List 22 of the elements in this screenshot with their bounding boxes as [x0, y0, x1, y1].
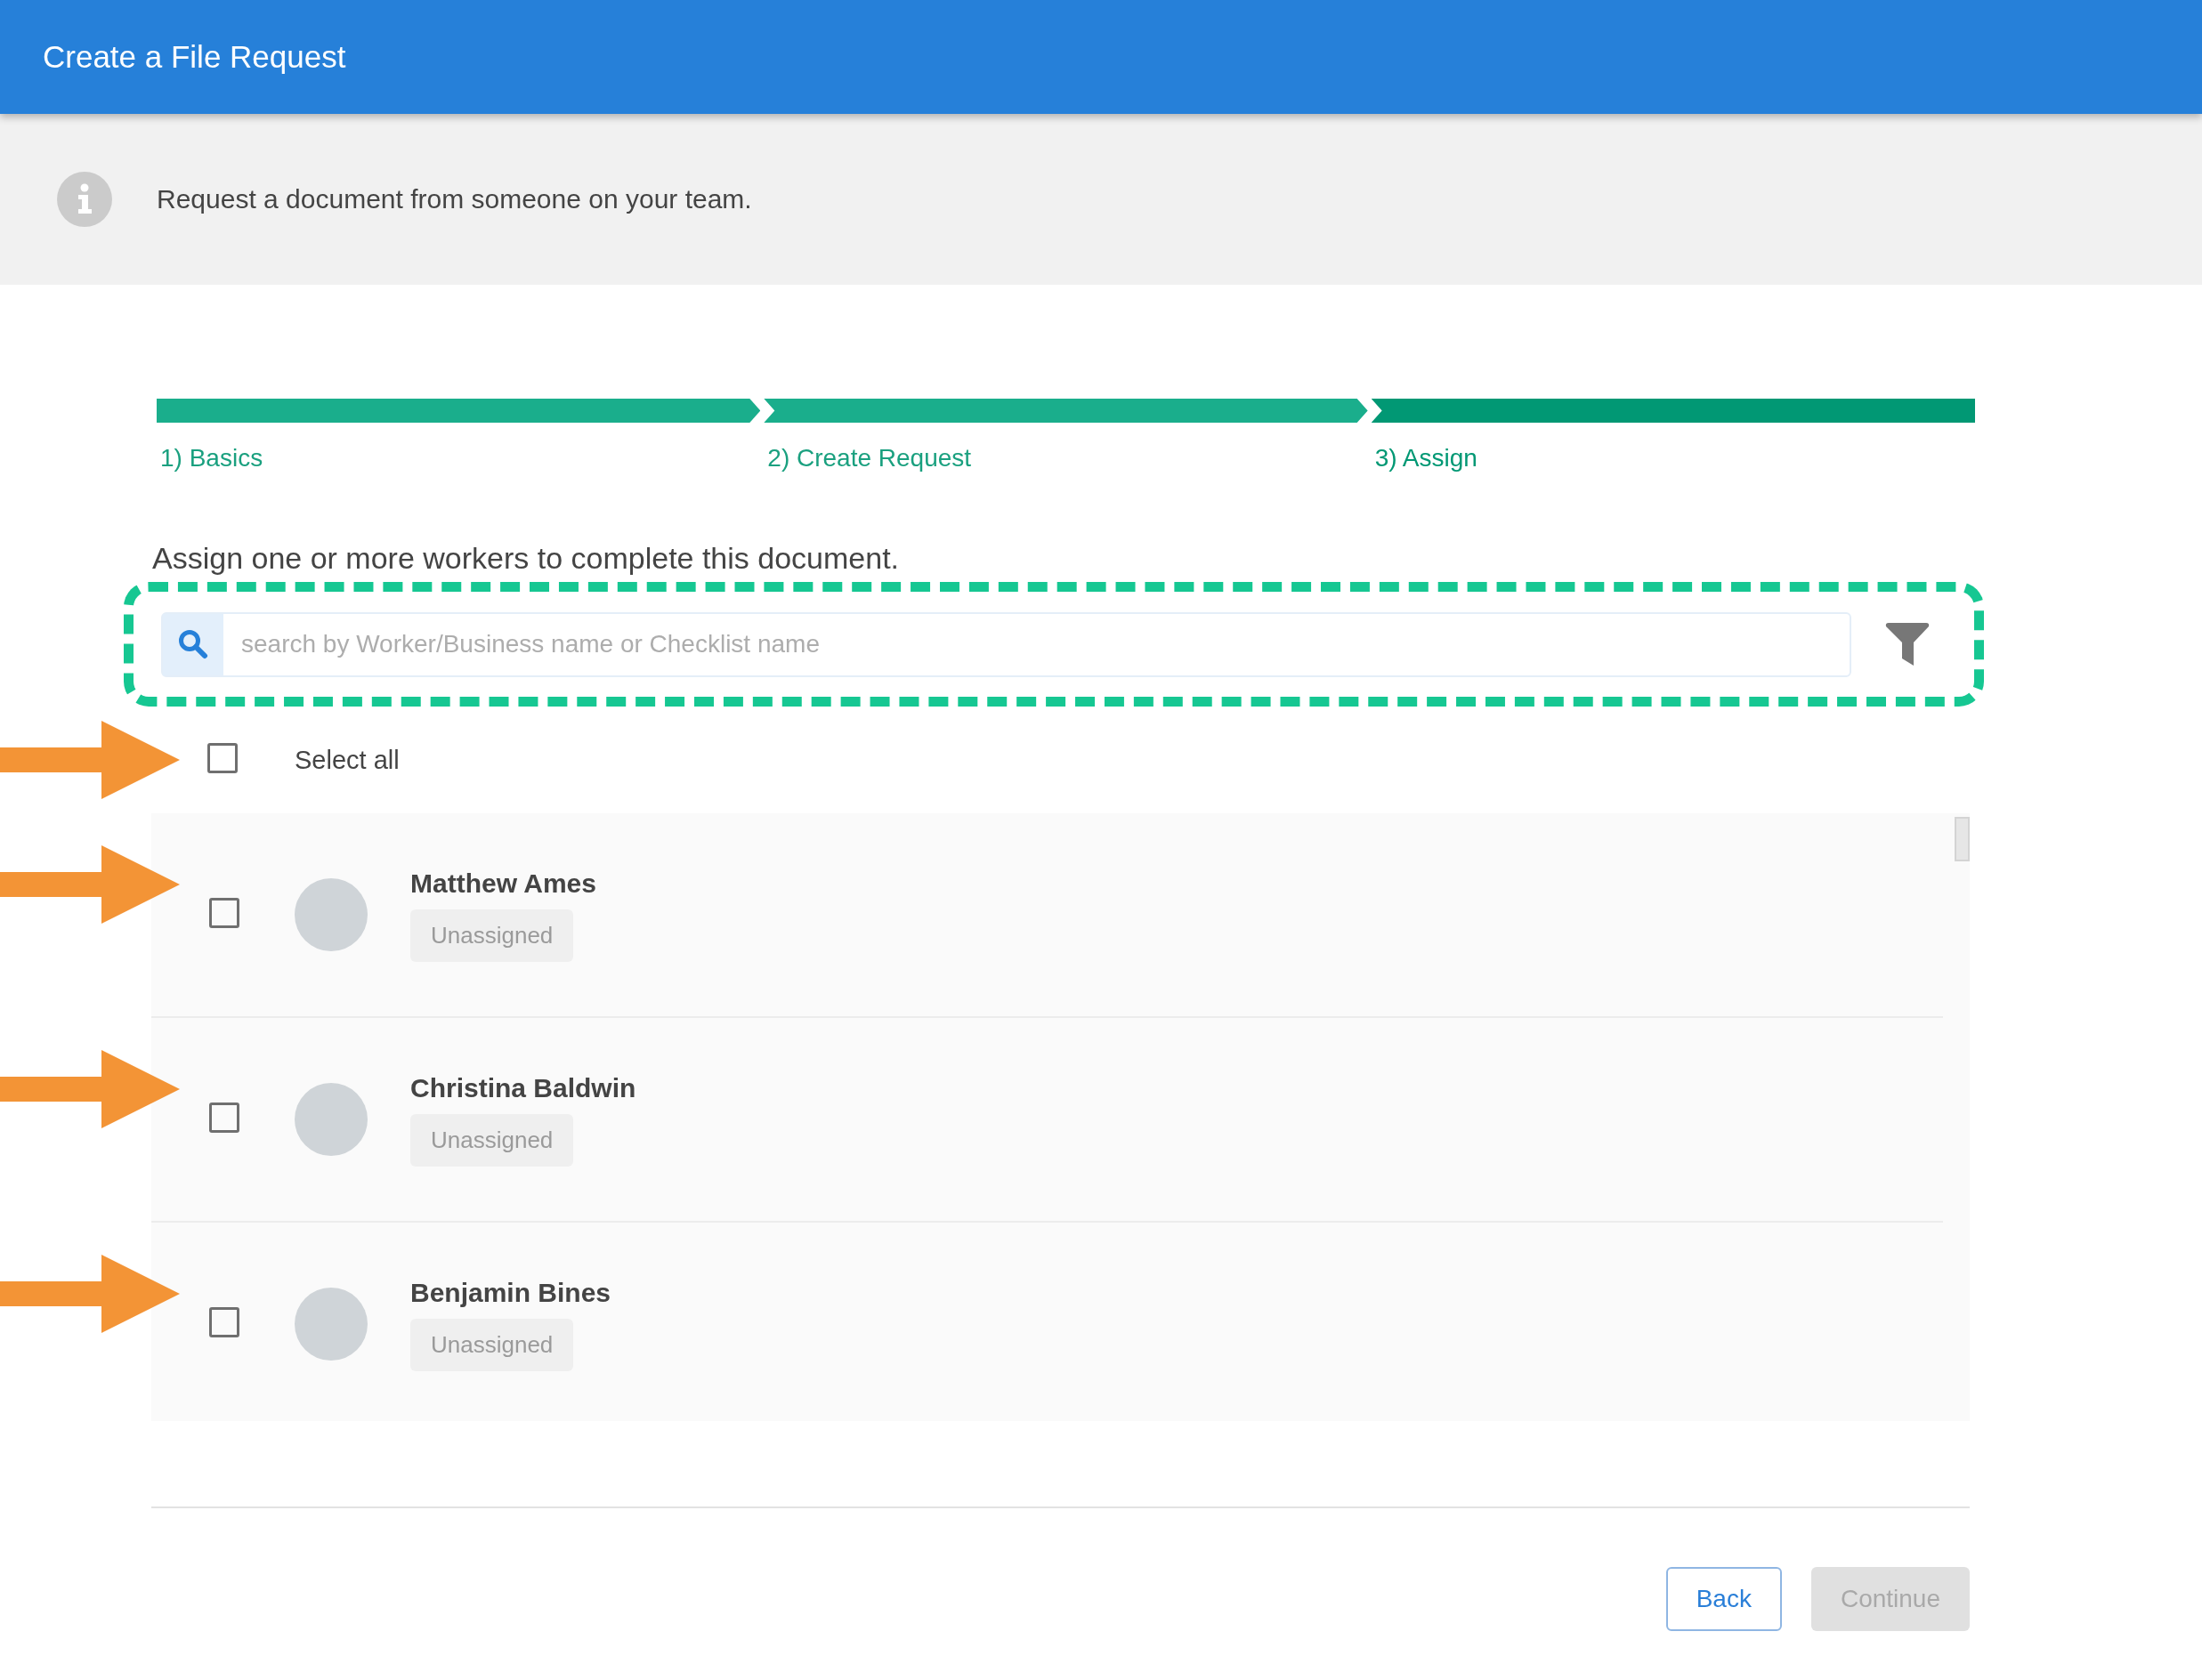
scrollbar-thumb[interactable] — [1955, 817, 1970, 861]
worker-name: Benjamin Bines — [410, 1277, 611, 1308]
back-button[interactable]: Back — [1665, 1567, 1782, 1631]
step-label[interactable]: 1) Basics — [160, 444, 761, 472]
checkbox[interactable] — [209, 1102, 239, 1133]
step-label[interactable]: 2) Create Request — [767, 444, 1368, 472]
status-tag: Unassigned — [410, 1318, 574, 1371]
page-title: Create a File Request — [43, 39, 346, 75]
assign-instructions: Assign one or more workers to complete this document. — [152, 540, 901, 577]
worker-name: Matthew Ames — [410, 868, 596, 899]
step-label[interactable]: 3) Assign — [1374, 444, 1975, 472]
search-icon — [178, 629, 208, 659]
filter-icon[interactable] — [1885, 623, 1930, 666]
checkbox[interactable] — [209, 898, 239, 928]
info-text: Request a document from someone on your team. — [157, 184, 752, 214]
status-tag: Unassigned — [410, 909, 574, 962]
info-icon — [57, 172, 112, 227]
status-tag: Unassigned — [410, 1113, 574, 1167]
checkbox[interactable] — [209, 1307, 239, 1337]
worker-name: Christina Baldwin — [410, 1072, 636, 1103]
checkbox[interactable] — [207, 743, 238, 773]
select-all-label[interactable]: Select all — [295, 745, 400, 775]
